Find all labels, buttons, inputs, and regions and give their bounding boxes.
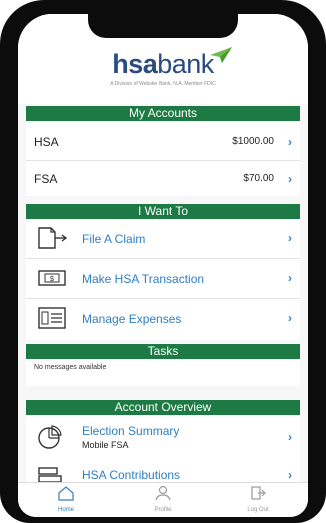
account-balance: $70.00: [243, 173, 274, 184]
contributions-icon: [38, 467, 62, 482]
account-name: HSA: [34, 134, 59, 149]
pie-chart-icon: [38, 425, 62, 449]
want-to-label: Manage Expenses: [82, 312, 182, 326]
tab-logout[interactable]: Log Out: [228, 485, 288, 513]
tab-profile[interactable]: Profile: [133, 485, 193, 513]
bottom-tab-bar: Home Profile Log Out: [18, 482, 308, 517]
chevron-right-icon: ›: [288, 231, 292, 245]
tasks-empty-message: No messages available: [34, 364, 107, 371]
logo-tagline: A Division of Webster Bank, N.A. Member …: [110, 81, 216, 87]
file-claim-icon: [38, 227, 68, 249]
hsabank-logo: hsabank A Division of Webster Bank, N.A.…: [110, 47, 232, 87]
accounts-card: HSA $1000.00 › FSA $70.00 ›: [26, 122, 300, 196]
tasks-card: No messages available: [26, 360, 300, 386]
i-want-to-card: File A Claim › $ Make HSA Transaction ›: [26, 220, 300, 340]
manage-expenses-icon: [38, 307, 66, 329]
overview-sublabel: Mobile FSA: [82, 440, 129, 450]
home-icon: [58, 486, 74, 501]
hsa-contributions-row[interactable]: HSA Contributions ›: [26, 464, 300, 482]
account-balance: $1000.00: [232, 136, 274, 147]
account-row-hsa[interactable]: HSA $1000.00 ›: [26, 124, 300, 159]
chevron-right-icon: ›: [288, 468, 292, 482]
account-name: FSA: [34, 171, 58, 186]
overview-label: Election Summary: [82, 424, 180, 438]
chevron-right-icon: ›: [288, 430, 292, 444]
tab-label: Log Out: [247, 507, 269, 513]
device-frame: hsabank A Division of Webster Bank, N.A.…: [0, 0, 326, 523]
divider: [26, 298, 300, 299]
app-screen: hsabank A Division of Webster Bank, N.A.…: [18, 14, 308, 517]
tab-label: Profile: [154, 507, 172, 513]
election-summary-row[interactable]: Election Summary Mobile FSA ›: [26, 416, 300, 458]
manage-expenses-row[interactable]: Manage Expenses ›: [26, 300, 300, 338]
logout-icon: [251, 486, 266, 500]
notch: [88, 14, 238, 38]
logo-text-hsa: hsa: [112, 49, 158, 79]
tab-home[interactable]: Home: [36, 485, 96, 513]
chevron-right-icon: ›: [288, 311, 292, 325]
make-hsa-transaction-row[interactable]: $ Make HSA Transaction ›: [26, 260, 300, 298]
profile-icon: [155, 485, 171, 501]
want-to-label: File A Claim: [82, 232, 146, 246]
tab-label: Home: [57, 507, 74, 513]
tasks-header: Tasks: [26, 344, 300, 359]
divider: [26, 258, 300, 259]
account-overview-card: Election Summary Mobile FSA › HSA Contri…: [26, 416, 300, 482]
paper-plane-icon: [209, 47, 232, 63]
my-accounts-header: My Accounts: [26, 106, 300, 121]
chevron-right-icon: ›: [288, 171, 292, 186]
account-row-fsa[interactable]: FSA $70.00 ›: [26, 161, 300, 196]
overview-label: HSA Contributions: [82, 468, 181, 482]
account-overview-header: Account Overview: [26, 400, 300, 415]
logo-text-bank: bank: [157, 49, 214, 79]
svg-text:$: $: [50, 276, 54, 283]
chevron-right-icon: ›: [288, 271, 292, 285]
file-a-claim-row[interactable]: File A Claim ›: [26, 220, 300, 258]
money-transaction-icon: $: [38, 270, 66, 286]
want-to-label: Make HSA Transaction: [82, 272, 205, 286]
i-want-to-header: I Want To: [26, 204, 300, 219]
chevron-right-icon: ›: [288, 134, 292, 149]
